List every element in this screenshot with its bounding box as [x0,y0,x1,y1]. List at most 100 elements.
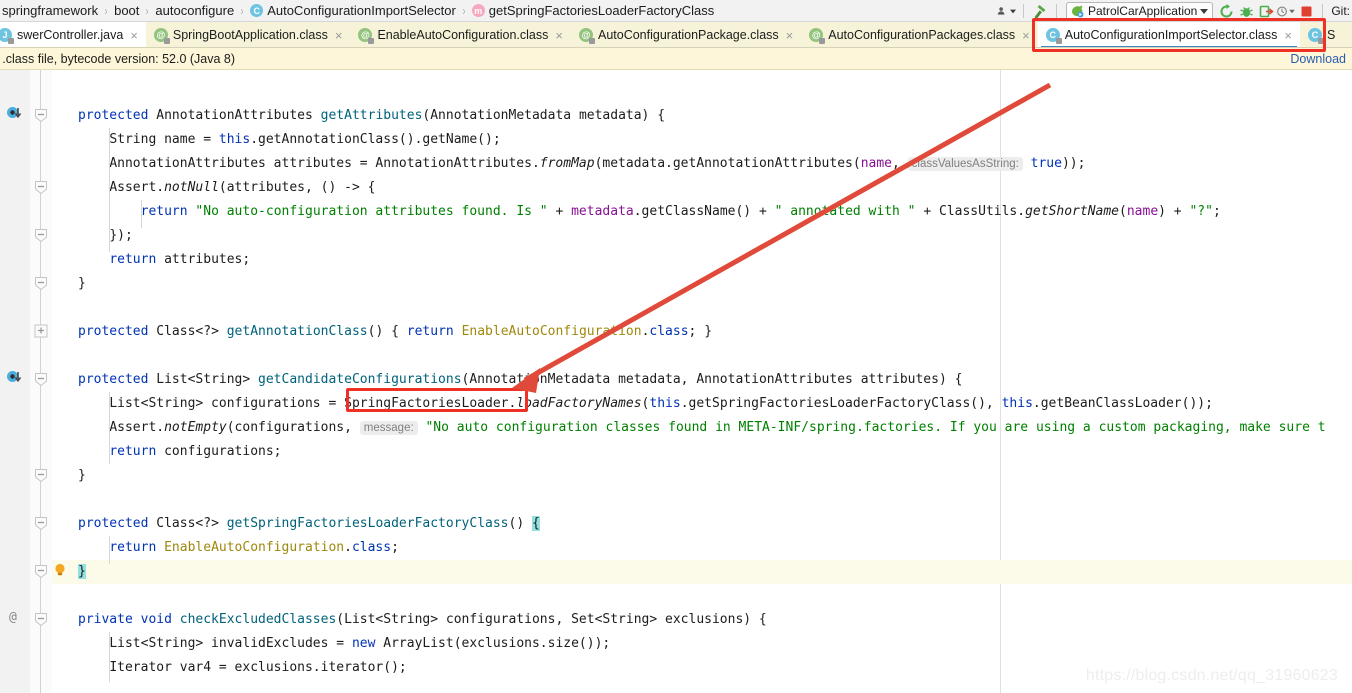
code-token: class [351,540,392,555]
code-token: this [649,396,681,411]
debug-bug-icon[interactable] [1236,1,1256,21]
chevron-down-icon[interactable] [1009,9,1016,13]
run-configuration-selector[interactable]: PatrolCarApplication [1065,1,1214,21]
close-icon[interactable]: × [784,29,794,42]
code-token: "?" [1189,204,1213,219]
code-line[interactable]: return EnableAutoConfiguration.class; [52,536,399,560]
code-line[interactable]: Assert.notNull(attributes, () -> { [52,176,375,200]
code-line[interactable]: protected Class<?> getSpringFactoriesLoa… [52,512,540,536]
fold-collapse-icon[interactable] [33,467,49,483]
annotation-class-icon: @ [578,28,595,44]
code-token: true [1030,156,1062,171]
indent-guide [109,128,111,252]
code-token: () { [367,324,407,339]
breadcrumb-item-2[interactable]: autoconfigure [153,0,236,22]
fold-collapse-icon[interactable] [33,515,49,531]
code-line[interactable]: return "No auto-configuration attributes… [52,200,1221,224]
breadcrumb-item-label: autoconfigure [155,3,235,18]
code-line[interactable]: }); [52,224,132,248]
editor-tab-label: AutoConfigurationPackages.class [828,28,1016,42]
rerun-icon[interactable] [1216,1,1236,21]
code-editor[interactable]: protected AnnotationAttributes getAttrib… [0,70,1352,693]
fold-collapse-icon[interactable] [33,371,49,387]
code-token: () [508,516,532,531]
git-label: Git: [1331,4,1350,18]
editor-tab-2[interactable]: @ EnableAutoConfiguration.class × [350,22,571,47]
code-token: configurations; [164,444,282,459]
breadcrumb-item-4[interactable]: m getSpringFactoriesLoaderFactoryClass [470,0,716,22]
code-token: getShortName [1025,204,1120,219]
code-token: .getSpringFactoriesLoaderFactoryClass(), [680,396,1002,411]
close-icon[interactable]: × [553,29,563,42]
code-line[interactable]: protected Class<?> getAnnotationClass() … [52,320,712,344]
user-account-icon[interactable] [997,1,1017,21]
chevron-down-icon-profiler[interactable] [1289,9,1296,13]
code-token: List<String> configurations = SpringFact… [109,396,517,411]
code-text-area[interactable]: protected AnnotationAttributes getAttrib… [52,70,1352,693]
annotation-class-icon: @ [358,28,375,44]
close-icon[interactable]: × [1282,29,1292,42]
fold-collapse-icon[interactable] [33,611,49,627]
code-line[interactable]: List<String> configurations = SpringFact… [52,392,1213,416]
code-line[interactable]: return attributes; [52,248,250,272]
editor-tab-5[interactable]: C AutoConfigurationImportSelector.class × [1037,22,1300,47]
code-line[interactable]: } [52,272,86,296]
code-token: message: [359,421,418,435]
override-method-icon[interactable] [6,370,24,388]
intellij-editor-window: springframework › boot › autoconfigure › C Auto… [0,0,1352,693]
breadcrumb-separator: › [240,3,244,18]
stop-icon[interactable] [1296,1,1316,21]
breadcrumb-item-3[interactable]: C AutoConfigurationImportSelector [248,0,458,22]
breadcrumb-separator: › [104,3,108,18]
close-icon[interactable]: × [1020,29,1030,42]
run-with-coverage-icon[interactable] [1256,1,1276,21]
editor-tab-0[interactable]: JswerController.java × [0,22,146,47]
build-hammer-icon[interactable] [1030,1,1050,21]
code-line[interactable]: } [52,464,86,488]
watermark: https://blog.csdn.net/qq_31960623 [1085,667,1338,684]
fold-collapse-icon[interactable] [33,563,49,579]
close-icon[interactable]: × [333,29,343,42]
fold-collapse-icon[interactable] [33,275,49,291]
editor-tab-6[interactable]: CS [1300,22,1343,47]
editor-tab-4[interactable]: @ AutoConfigurationPackages.class × [801,22,1038,47]
fold-collapse-icon[interactable] [33,227,49,243]
code-token: Iterator var4 = exclusions.iterator(); [109,660,407,675]
code-token: { [531,516,540,531]
code-line[interactable]: AnnotationAttributes attributes = Annota… [52,152,1085,176]
chevron-down-icon-run[interactable] [1200,8,1209,14]
intention-bulb-icon[interactable] [52,562,68,578]
code-token: } [78,564,86,579]
toolbar-divider-3 [1322,4,1324,18]
profiler-clock-icon[interactable] [1276,1,1296,21]
code-line[interactable]: String name = this.getAnnotationClass().… [52,128,500,152]
code-line[interactable]: protected List<String> getCandidateConfi… [52,368,962,392]
override-method-icon[interactable] [6,106,24,124]
breadcrumb-item-0[interactable]: springframework [0,0,100,22]
breadcrumb-item-1[interactable]: boot [112,0,141,22]
editor-tab-label: AutoConfigurationPackage.class [597,28,779,42]
code-line[interactable]: return configurations; [52,440,282,464]
code-token: } [78,468,86,483]
close-icon[interactable]: × [128,29,138,42]
lock-badge-icon [163,38,170,44]
code-token: Class<?> [156,516,227,531]
editor-tab-3[interactable]: @ AutoConfigurationPackage.class × [571,22,801,47]
download-sources-link[interactable]: Download [1290,52,1346,66]
class-file-icon: C [1045,28,1062,44]
editor-tab-1[interactable]: @ SpringBootApplication.class × [146,22,351,47]
code-line[interactable]: private void checkExcludedClasses(List<S… [52,608,767,632]
fold-expand-icon[interactable] [33,323,49,339]
code-line[interactable]: Iterator var4 = exclusions.iterator(); [52,656,407,680]
code-line[interactable]: List<String> invalidExcludes = new Array… [52,632,610,656]
fold-collapse-icon[interactable] [33,107,49,123]
code-line[interactable]: protected AnnotationAttributes getAttrib… [52,104,665,128]
code-token: (attributes, () -> { [218,180,376,195]
code-token: Assert. [109,180,165,195]
code-line[interactable]: Assert.notEmpty(configurations, message:… [52,416,1326,440]
breadcrumb: springframework › boot › autoconfigure › C Auto… [0,0,716,22]
code-token: return [109,540,165,555]
fold-collapse-icon[interactable] [33,179,49,195]
breadcrumb-item-label: AutoConfigurationImportSelector [267,3,456,18]
